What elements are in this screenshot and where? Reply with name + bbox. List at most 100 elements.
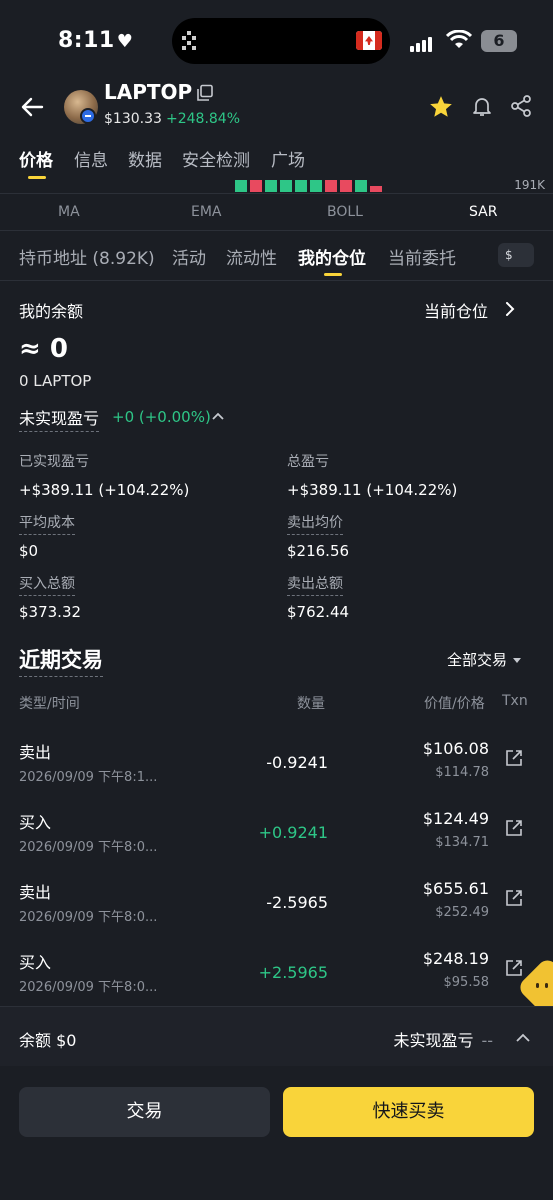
mascot-eye <box>545 983 548 988</box>
chevron-up-icon[interactable] <box>212 411 224 421</box>
footer-balance: 余额 $0 <box>19 1031 77 1050</box>
total-sell-value: $762.44 <box>287 603 350 621</box>
trade-value: $106.08 <box>422 739 489 758</box>
token-price: $130.33 <box>104 111 162 127</box>
tab-data[interactable]: 数据 <box>128 146 162 171</box>
column-txn: Txn <box>502 693 528 709</box>
column-quantity: 数量 <box>297 696 325 712</box>
trade-row[interactable]: 卖出 2026/09/09 下午8:1... -0.9241 $106.08 $… <box>0 739 553 805</box>
heart-icon: ♥ <box>116 31 134 52</box>
indicator-tab-bar: MA EMA BOLL SAR <box>0 200 553 226</box>
trade-time: 2026/09/09 下午8:0... <box>19 840 158 855</box>
chain-badge-icon <box>80 108 96 124</box>
total-buy-label[interactable]: 买入总额 <box>19 573 75 596</box>
trade-time: 2026/09/09 下午8:1... <box>19 770 158 785</box>
unrealized-pnl-label[interactable]: 未实现盈亏 <box>19 405 100 432</box>
avg-cost-label[interactable]: 平均成本 <box>19 512 75 535</box>
token-balance: 0 LAPTOP <box>19 372 92 390</box>
volume-bar <box>295 180 307 192</box>
canada-flag-icon <box>356 31 382 50</box>
balance-value: ≈ 0 <box>19 334 68 364</box>
tab-price[interactable]: 价格 <box>19 146 53 171</box>
trade-type: 卖出 <box>19 743 52 762</box>
tab-info[interactable]: 信息 <box>74 146 108 171</box>
trade-price: $134.71 <box>435 835 489 850</box>
token-header: LAPTOP $130.33 +248.84% <box>0 78 553 134</box>
chevron-up-icon[interactable] <box>516 1033 530 1043</box>
token-price-change: +248.84% <box>166 111 241 127</box>
trade-type: 卖出 <box>19 883 52 902</box>
footer-unrealized-pnl: 未实现盈亏 -- <box>393 1027 493 1051</box>
status-bar: 8:11 ♥ 6 <box>0 0 553 80</box>
current-position-link[interactable]: 当前仓位 <box>424 298 488 322</box>
mascot-eye <box>536 983 539 988</box>
divider <box>0 280 553 281</box>
star-icon[interactable] <box>428 94 454 120</box>
chevron-right-icon[interactable] <box>504 302 516 316</box>
indicator-boll[interactable]: BOLL <box>327 204 363 220</box>
trade-filter-dropdown[interactable]: 全部交易 <box>447 649 522 670</box>
trade-time: 2026/09/09 下午8:0... <box>19 980 158 995</box>
external-link-icon[interactable] <box>505 959 523 977</box>
volume-bar <box>355 180 367 192</box>
trade-type: 买入 <box>19 953 52 972</box>
realized-pnl-label: 已实现盈亏 <box>19 454 89 470</box>
bell-icon[interactable] <box>470 94 494 118</box>
external-link-icon[interactable] <box>505 749 523 767</box>
position-summary-bar[interactable]: 余额 $0 未实现盈亏 -- <box>0 1006 553 1066</box>
main-tab-bar: 价格 信息 数据 安全检测 广场 <box>0 140 553 180</box>
trade-quantity: +2.5965 <box>258 963 328 982</box>
cellular-signal-icon <box>410 33 434 52</box>
trade-type: 买入 <box>19 813 52 832</box>
token-name: LAPTOP <box>104 80 193 104</box>
quick-trade-button[interactable]: 快速买卖 <box>283 1087 534 1137</box>
total-pnl-label: 总盈亏 <box>287 454 329 470</box>
total-sell-label[interactable]: 卖出总额 <box>287 573 343 596</box>
my-balance-label: 我的余额 <box>19 302 84 321</box>
tab-open-orders[interactable]: 当前委托 <box>388 244 456 269</box>
trade-row[interactable]: 卖出 2026/09/09 下午8:0... -2.5965 $655.61 $… <box>0 879 553 945</box>
volume-bar <box>250 180 262 192</box>
external-link-icon[interactable] <box>505 889 523 907</box>
tab-liquidity[interactable]: 流动性 <box>226 244 277 269</box>
share-icon[interactable] <box>509 94 533 118</box>
active-tab-indicator <box>28 176 46 179</box>
back-arrow-icon[interactable] <box>20 96 44 118</box>
tab-holders[interactable]: 持币地址 (8.92K) <box>19 244 155 269</box>
footer-upnl-label: 未实现盈亏 <box>393 1031 474 1050</box>
currency-toggle[interactable]: $ <box>498 243 534 267</box>
avg-sell-label[interactable]: 卖出均价 <box>287 512 343 535</box>
trade-quantity: -2.5965 <box>266 893 328 912</box>
trade-row[interactable]: 买入 2026/09/09 下午8:0... +0.9241 $124.49 $… <box>0 809 553 875</box>
volume-bar <box>235 180 247 192</box>
trade-value: $124.49 <box>422 809 489 828</box>
volume-axis-label: 191K <box>514 178 545 192</box>
trade-time: 2026/09/09 下午8:0... <box>19 910 158 925</box>
avg-cost-value: $0 <box>19 542 39 560</box>
trade-price: $95.58 <box>443 975 490 990</box>
divider <box>0 193 553 194</box>
divider <box>0 230 553 231</box>
realized-pnl-value: +$389.11 (+104.22%) <box>19 481 190 499</box>
wifi-icon <box>446 30 472 48</box>
trade-value: $248.19 <box>422 949 489 968</box>
status-time: 8:11 ♥ <box>58 28 133 53</box>
indicator-ma[interactable]: MA <box>58 204 80 220</box>
external-link-icon[interactable] <box>505 819 523 837</box>
column-value-price: 价值/价格 <box>424 696 485 712</box>
clock-text: 8:11 <box>58 28 115 53</box>
footer-upnl-value: -- <box>481 1031 493 1050</box>
volume-bar <box>340 180 352 192</box>
trade-value: $655.61 <box>422 879 489 898</box>
copy-icon[interactable] <box>196 84 214 102</box>
indicator-ema[interactable]: EMA <box>191 204 222 220</box>
trade-button[interactable]: 交易 <box>19 1087 270 1137</box>
volume-bar <box>280 180 292 192</box>
tab-my-position[interactable]: 我的仓位 <box>298 244 366 269</box>
trade-quantity: -0.9241 <box>266 753 328 772</box>
tab-activity[interactable]: 活动 <box>172 244 206 269</box>
avg-sell-value: $216.56 <box>287 542 350 560</box>
indicator-sar[interactable]: SAR <box>469 204 497 220</box>
tab-square[interactable]: 广场 <box>271 146 305 171</box>
tab-security-check[interactable]: 安全检测 <box>182 146 250 171</box>
